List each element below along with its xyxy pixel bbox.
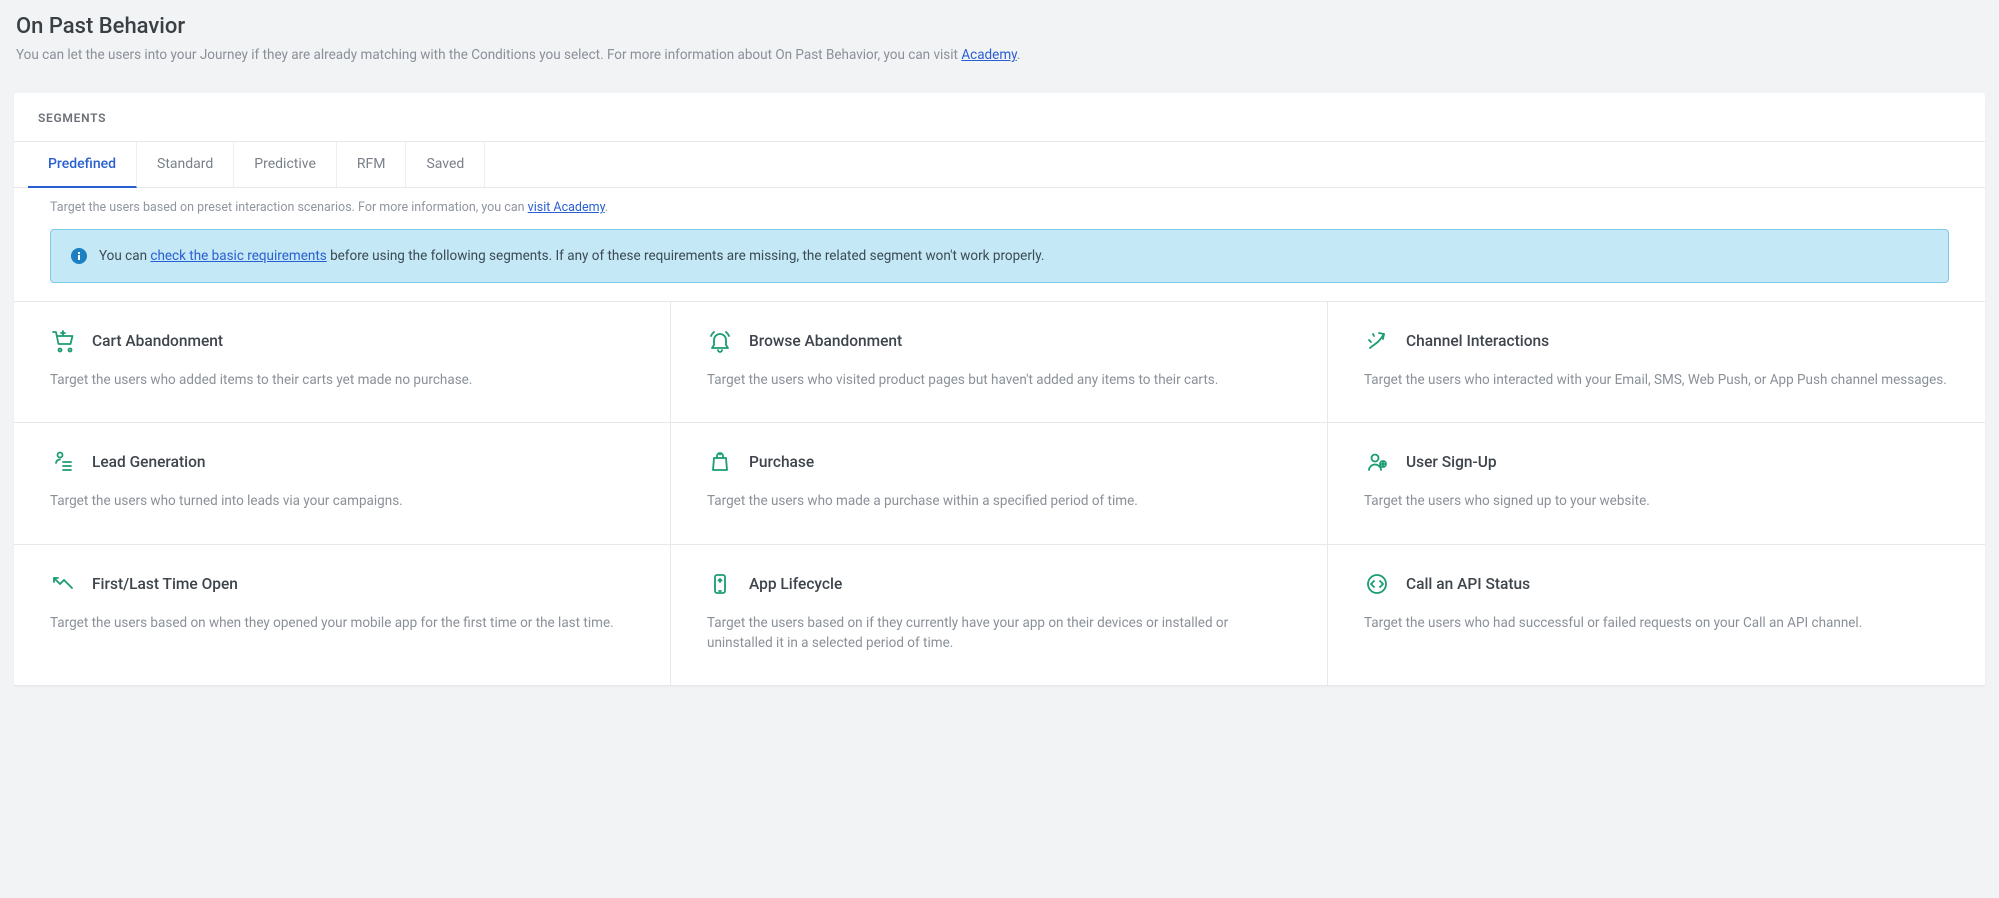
page-desc-after: .	[1017, 47, 1021, 63]
user-plus-icon	[1364, 449, 1390, 475]
card-desc: Target the users who interacted with you…	[1364, 370, 1949, 390]
info-banner-text: You can check the basic requirements bef…	[99, 248, 1044, 264]
card-desc: Target the users who made a purchase wit…	[707, 491, 1291, 511]
card-title: User Sign-Up	[1406, 453, 1497, 471]
card-browse-abandonment[interactable]: Browse Abandonment Target the users who …	[671, 302, 1328, 423]
visit-academy-link[interactable]: visit Academy	[528, 200, 605, 215]
info-banner: You can check the basic requirements bef…	[50, 229, 1949, 283]
card-desc: Target the users who turned into leads v…	[50, 491, 634, 511]
card-desc: Target the users who signed up to your w…	[1364, 491, 1949, 511]
card-first-last-open[interactable]: First/Last Time Open Target the users ba…	[14, 545, 671, 687]
card-title: Purchase	[749, 453, 814, 471]
api-icon	[1364, 571, 1390, 597]
card-title: Cart Abandonment	[92, 332, 223, 350]
tab-saved[interactable]: Saved	[406, 142, 485, 187]
banner-after: before using the following segments. If …	[327, 248, 1045, 264]
card-purchase[interactable]: Purchase Target the users who made a pur…	[671, 423, 1328, 544]
card-title: First/Last Time Open	[92, 575, 238, 593]
info-icon	[71, 248, 87, 264]
page-description: You can let the users into your Journey …	[16, 47, 1983, 63]
segments-panel: SEGMENTS Predefined Standard Predictive …	[14, 93, 1985, 686]
spark-icon	[1364, 328, 1390, 354]
card-title: Channel Interactions	[1406, 332, 1549, 350]
tab-rfm[interactable]: RFM	[337, 142, 407, 187]
bag-icon	[707, 449, 733, 475]
card-desc: Target the users based on when they open…	[50, 613, 634, 633]
card-title: Call an API Status	[1406, 575, 1530, 593]
banner-before: You can	[99, 248, 150, 264]
bell-icon	[707, 328, 733, 354]
card-call-api-status[interactable]: Call an API Status Target the users who …	[1328, 545, 1985, 687]
tab-help-after: .	[605, 200, 608, 215]
card-title: Browse Abandonment	[749, 332, 902, 350]
card-desc: Target the users who added items to thei…	[50, 370, 634, 390]
card-cart-abandonment[interactable]: Cart Abandonment Target the users who ad…	[14, 302, 671, 423]
phone-icon	[707, 571, 733, 597]
cart-icon	[50, 328, 76, 354]
card-desc: Target the users who visited product pag…	[707, 370, 1291, 390]
lead-icon	[50, 449, 76, 475]
card-app-lifecycle[interactable]: App Lifecycle Target the users based on …	[671, 545, 1328, 687]
tabs-row: Predefined Standard Predictive RFM Saved	[14, 142, 1985, 188]
card-lead-generation[interactable]: Lead Generation Target the users who tur…	[14, 423, 671, 544]
card-channel-interactions[interactable]: Channel Interactions Target the users wh…	[1328, 302, 1985, 423]
card-desc: Target the users based on if they curren…	[707, 613, 1291, 654]
tab-help-before: Target the users based on preset interac…	[50, 200, 528, 215]
card-user-signup[interactable]: User Sign-Up Target the users who signed…	[1328, 423, 1985, 544]
check-requirements-link[interactable]: check the basic requirements	[150, 248, 326, 264]
chart-down-icon	[50, 571, 76, 597]
card-title: Lead Generation	[92, 453, 206, 471]
segments-label: SEGMENTS	[38, 111, 106, 141]
cards-grid: Cart Abandonment Target the users who ad…	[14, 301, 1985, 686]
page-title: On Past Behavior	[16, 14, 1983, 39]
card-desc: Target the users who had successful or f…	[1364, 613, 1949, 633]
tab-predefined[interactable]: Predefined	[28, 142, 137, 188]
page-desc-text: You can let the users into your Journey …	[16, 47, 961, 63]
card-title: App Lifecycle	[749, 575, 842, 593]
tab-standard[interactable]: Standard	[137, 142, 234, 187]
tab-help-text: Target the users based on preset interac…	[14, 188, 1985, 229]
tab-predictive[interactable]: Predictive	[234, 142, 337, 187]
academy-link[interactable]: Academy	[961, 47, 1017, 63]
